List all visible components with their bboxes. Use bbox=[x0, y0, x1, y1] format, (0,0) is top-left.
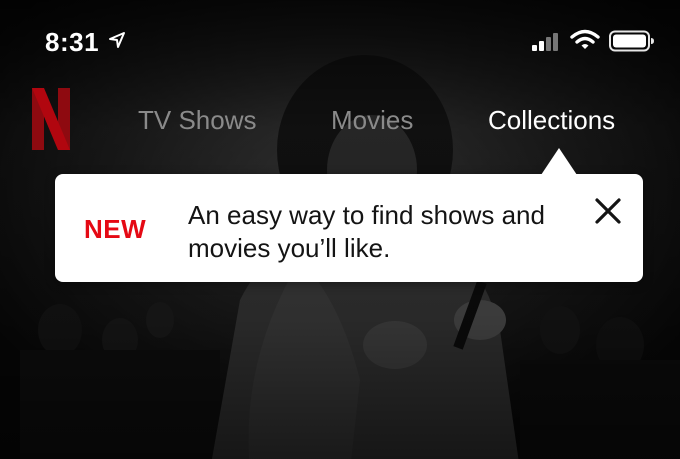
netflix-logo[interactable]: N bbox=[30, 86, 72, 152]
status-time: 8:31 bbox=[45, 27, 100, 57]
app-screen: 8:31 N TV Shows Movies C bbox=[0, 0, 680, 459]
location-arrow-icon bbox=[109, 32, 125, 48]
wifi-icon bbox=[570, 29, 600, 49]
collections-tooltip: NEW An easy way to find shows and movies… bbox=[55, 148, 643, 282]
tooltip-close-button[interactable] bbox=[591, 194, 625, 228]
tooltip-caret bbox=[541, 148, 577, 175]
battery-icon bbox=[609, 30, 654, 52]
nav-movies[interactable]: Movies bbox=[331, 105, 413, 136]
tooltip-message: An easy way to find shows and movies you… bbox=[188, 200, 545, 263]
nav-collections[interactable]: Collections bbox=[488, 105, 615, 136]
new-badge: NEW bbox=[84, 214, 147, 244]
status-bar: 8:31 bbox=[0, 0, 680, 80]
close-icon bbox=[595, 198, 621, 224]
top-nav: N TV Shows Movies Collections bbox=[0, 86, 680, 150]
nav-tv-shows[interactable]: TV Shows bbox=[138, 105, 257, 136]
cellular-signal-icon bbox=[532, 33, 558, 51]
